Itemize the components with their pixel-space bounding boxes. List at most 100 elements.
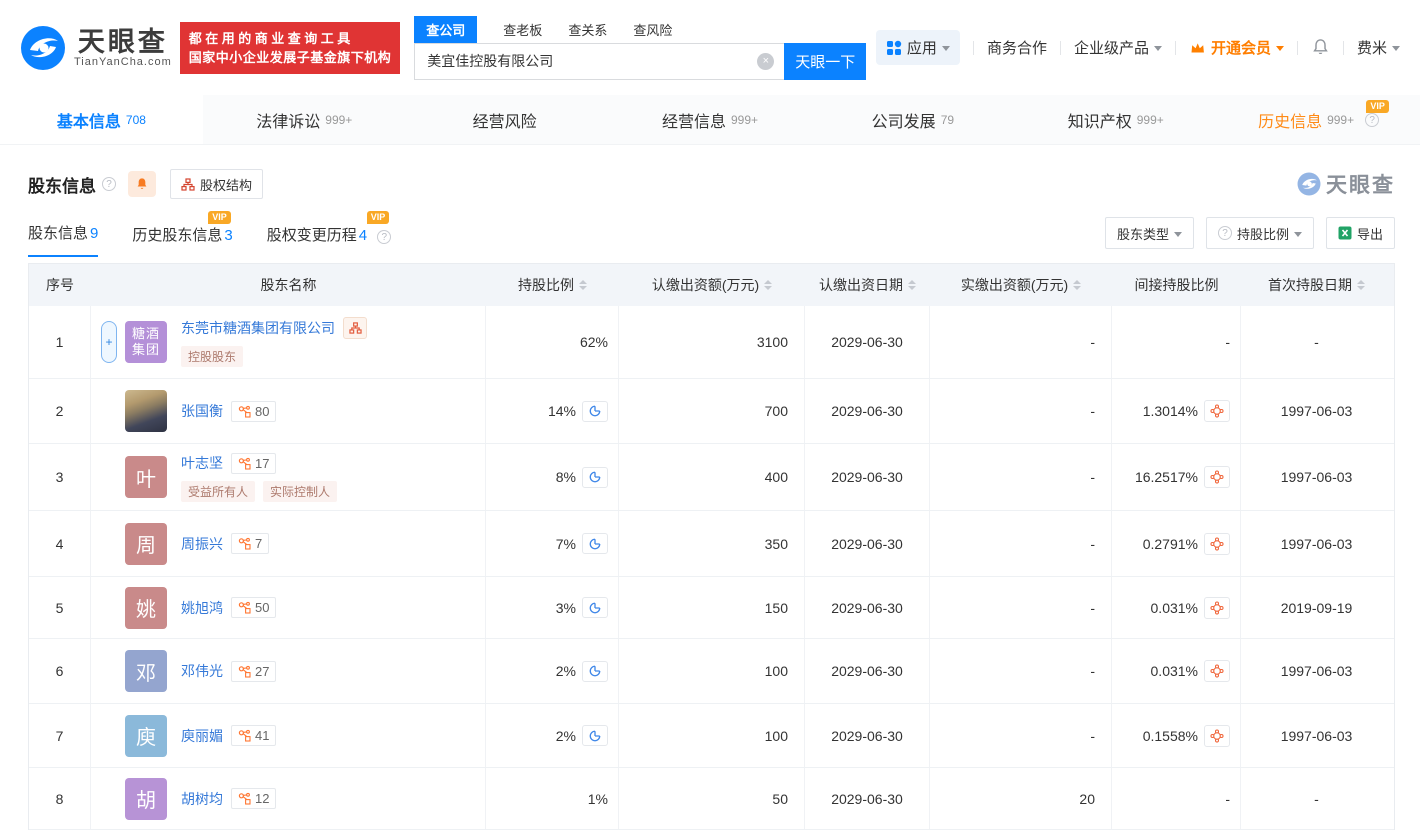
relation-badge[interactable]: 7: [231, 533, 269, 554]
shareholder-avatar[interactable]: [125, 390, 167, 432]
sort-icon[interactable]: [764, 280, 772, 290]
bell-icon[interactable]: [1311, 38, 1330, 57]
tab-company-development[interactable]: 公司发展 79: [811, 95, 1014, 144]
help-icon[interactable]: ?: [1365, 113, 1379, 127]
relation-badge[interactable]: 17: [231, 453, 276, 474]
row-subscribed-capital: 100: [619, 704, 805, 767]
excel-icon: [1338, 226, 1352, 240]
subtab-equity-change-history[interactable]: VIP 股权变更历程4 ?: [267, 224, 392, 257]
chevron-down-icon: [1154, 46, 1162, 51]
logo-name: 天眼查: [74, 28, 172, 56]
tab-history-info[interactable]: VIP 历史信息 999+ ?: [1217, 95, 1420, 144]
clear-icon[interactable]: ×: [757, 53, 774, 70]
monitor-bell-button[interactable]: [128, 171, 156, 197]
tab-intellectual-property[interactable]: 知识产权 999+: [1014, 95, 1217, 144]
shareholder-type-filter[interactable]: 股东类型: [1105, 217, 1194, 249]
pie-chart-icon-button[interactable]: [582, 401, 608, 422]
row-subscribed-capital: 700: [619, 379, 805, 443]
shareholder-name-link[interactable]: 庾丽媚: [181, 726, 223, 746]
relation-badge[interactable]: 50: [231, 597, 276, 618]
divider: [1175, 41, 1176, 55]
expand-button[interactable]: +: [101, 321, 117, 363]
shareholder-avatar[interactable]: 周: [125, 523, 167, 565]
search-tab-risk[interactable]: 查风险: [633, 16, 672, 43]
sort-icon[interactable]: [579, 280, 587, 290]
search-tabs: 查公司 查老板 查关系 查风险: [414, 16, 866, 43]
shareholder-avatar[interactable]: 叶: [125, 456, 167, 498]
relation-badge[interactable]: 12: [231, 788, 276, 809]
pie-chart-icon-button[interactable]: [582, 533, 608, 554]
shareholder-name-link[interactable]: 周振兴: [181, 534, 223, 554]
relation-count: 80: [255, 404, 269, 419]
tab-operational-risk[interactable]: 经营风险: [406, 95, 609, 144]
equity-structure-button[interactable]: 股权结构: [170, 169, 263, 199]
col-subscribed-date[interactable]: 认缴出资日期: [805, 264, 930, 306]
equity-structure-icon-button[interactable]: [343, 317, 367, 339]
penetration-icon-button[interactable]: [1204, 466, 1230, 488]
shareholder-name-link[interactable]: 叶志坚: [181, 453, 223, 473]
nav-open-vip[interactable]: 开通会员: [1189, 37, 1284, 58]
tab-basic-info[interactable]: 基本信息 708: [0, 95, 203, 144]
row-seq: 7: [29, 704, 91, 767]
shareholder-name-link[interactable]: 东莞市糖酒集团有限公司: [181, 318, 335, 338]
tianyancha-logo[interactable]: 天眼查 TianYanCha.com: [20, 25, 172, 71]
search-button[interactable]: 天眼一下: [784, 43, 866, 80]
shareholder-type-label: 股东类型: [1117, 224, 1169, 243]
penetration-icon-button[interactable]: [1204, 660, 1230, 682]
pie-chart-icon-button[interactable]: [582, 725, 608, 746]
col-holding-ratio[interactable]: 持股比例: [486, 264, 619, 306]
search-tab-boss[interactable]: 查老板: [503, 16, 542, 43]
shareholder-name-link[interactable]: 姚旭鸿: [181, 598, 223, 618]
col-subscribed-capital[interactable]: 认缴出资额(万元): [619, 264, 805, 306]
search-tab-company[interactable]: 查公司: [414, 16, 477, 43]
holding-ratio-filter[interactable]: ? 持股比例: [1206, 217, 1314, 249]
tab-legal-lawsuits[interactable]: 法律诉讼 999+: [203, 95, 406, 144]
nav-cooperation[interactable]: 商务合作: [987, 37, 1047, 58]
org-chart-icon: [181, 178, 195, 191]
sort-icon[interactable]: [908, 280, 916, 290]
nav-enterprise[interactable]: 企业级产品: [1074, 37, 1162, 58]
col-first-holding-date[interactable]: 首次持股日期: [1241, 264, 1392, 306]
row-subscribed-capital: 50: [619, 768, 805, 829]
shareholder-avatar[interactable]: 姚: [125, 587, 167, 629]
help-icon[interactable]: ?: [377, 230, 391, 244]
sort-icon[interactable]: [1073, 280, 1081, 290]
export-button[interactable]: 导出: [1326, 217, 1395, 249]
nav-user[interactable]: 费米: [1357, 37, 1400, 58]
relation-badge[interactable]: 80: [231, 401, 276, 422]
relation-badge[interactable]: 27: [231, 661, 276, 682]
shareholder-name-link[interactable]: 胡树均: [181, 789, 223, 809]
shareholder-name-link[interactable]: 张国衡: [181, 401, 223, 421]
search-tab-relation[interactable]: 查关系: [568, 16, 607, 43]
nav-apps[interactable]: 应用: [876, 30, 960, 65]
tab-count: 999+: [731, 113, 758, 127]
row-first-holding-date: 2019-09-19: [1241, 577, 1392, 638]
pie-chart-icon-button[interactable]: [582, 661, 608, 682]
shareholder-name-link[interactable]: 邓伟光: [181, 661, 223, 681]
search-input[interactable]: [414, 43, 784, 80]
help-icon[interactable]: ?: [102, 177, 116, 191]
penetration-icon-button[interactable]: [1204, 533, 1230, 555]
penetration-icon-button[interactable]: [1204, 725, 1230, 747]
row-subscribed-capital: 150: [619, 577, 805, 638]
sort-icon[interactable]: [1357, 280, 1365, 290]
divider: [1343, 41, 1344, 55]
relation-badge[interactable]: 41: [231, 725, 276, 746]
penetration-icon-button[interactable]: [1204, 400, 1230, 422]
pie-chart-icon-button[interactable]: [582, 467, 608, 488]
penetration-icon-button[interactable]: [1204, 597, 1230, 619]
watermark-logo: 天眼查: [1297, 169, 1395, 199]
shareholder-avatar[interactable]: 糖酒集团: [125, 321, 167, 363]
row-holding-ratio: 2%: [486, 704, 619, 767]
shareholder-tag: 受益所有人: [181, 481, 255, 502]
shareholder-avatar[interactable]: 邓: [125, 650, 167, 692]
pie-chart-icon-button[interactable]: [582, 597, 608, 618]
shareholder-avatar[interactable]: 庾: [125, 715, 167, 757]
subtab-shareholders[interactable]: 股东信息9: [28, 222, 98, 257]
shareholder-avatar[interactable]: 胡: [125, 778, 167, 820]
col-paid-capital[interactable]: 实缴出资额(万元): [930, 264, 1112, 306]
row-shareholder: 张国衡 80: [91, 379, 486, 443]
subtab-history-shareholders[interactable]: VIP 历史股东信息3: [132, 224, 232, 257]
crown-icon: [1189, 40, 1206, 56]
tab-business-info[interactable]: 经营信息 999+: [609, 95, 812, 144]
